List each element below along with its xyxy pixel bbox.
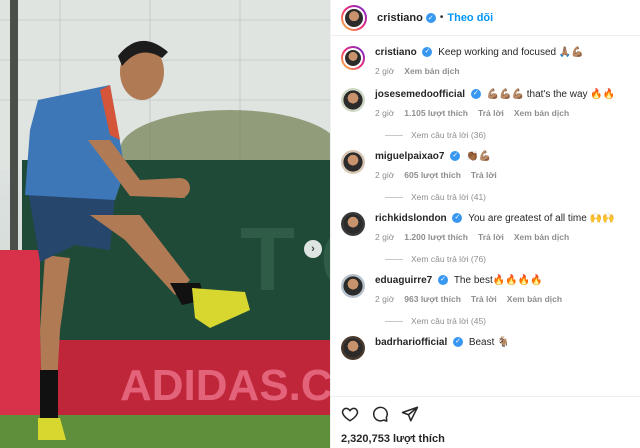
comment-item: richkidslondon ✓ You are greatest of all…: [341, 212, 630, 244]
author-avatar[interactable]: [341, 4, 367, 31]
commenter-avatar[interactable]: [341, 212, 365, 236]
comment-item: eduaguirre7 ✓ The best🔥🔥🔥🔥 2 giờ 963 lượ…: [341, 274, 630, 306]
view-replies-button[interactable]: Xem câu trả lời (41): [385, 192, 630, 202]
verified-icon: ✓: [438, 275, 449, 286]
comment-time: 2 giờ: [375, 108, 395, 118]
comment-text: Beast 🐐: [468, 337, 510, 348]
translate-button[interactable]: Xem bản dịch: [404, 64, 459, 78]
post-side-panel: cristiano ✓ • Theo dõi cristiano ✓ Keep …: [330, 0, 640, 448]
comment-likes[interactable]: 963 lượt thích: [404, 292, 461, 306]
comment-time: 2 giờ: [375, 294, 395, 304]
comment-time: 2 giờ: [375, 232, 395, 242]
reply-button[interactable]: Trả lời: [471, 168, 497, 182]
comment-text: The best🔥🔥🔥🔥: [453, 275, 543, 286]
verified-icon: ✓: [422, 47, 433, 58]
share-icon[interactable]: [401, 405, 419, 423]
comment-likes[interactable]: 605 lượt thích: [404, 168, 461, 182]
svg-text:T O: T O: [240, 210, 330, 310]
comment-item: badrhariofficial ✓ Beast 🐐: [341, 336, 630, 360]
comment-text: 👏🏾💪🏽: [466, 151, 491, 162]
post-image: T O ADIDAS.COM: [0, 0, 330, 448]
commenter-avatar[interactable]: [341, 150, 365, 174]
comment-username[interactable]: eduaguirre7: [375, 275, 432, 286]
follow-button[interactable]: Theo dõi: [447, 12, 493, 24]
comment-item: miguelpaixao7 ✓ 👏🏾💪🏽 2 giờ 605 lượt thíc…: [341, 150, 630, 182]
comment-likes[interactable]: 1.200 lượt thích: [404, 230, 468, 244]
view-replies-button[interactable]: Xem câu trả lời (45): [385, 316, 630, 326]
translate-button[interactable]: Xem bản dịch: [514, 230, 569, 244]
comment-username[interactable]: badrhariofficial: [375, 337, 447, 348]
comment-icon[interactable]: [371, 405, 389, 423]
like-count[interactable]: 2,320,753 lượt thích: [341, 433, 630, 445]
post-photo: T O ADIDAS.COM ›: [0, 0, 330, 448]
separator-dot: •: [439, 12, 444, 23]
post-actions: 2,320,753 lượt thích: [331, 396, 640, 448]
translate-button[interactable]: Xem bản dịch: [507, 292, 562, 306]
translate-button[interactable]: Xem bản dịch: [514, 106, 569, 120]
comments-list[interactable]: cristiano ✓ Keep working and focused 🙏🏽💪…: [331, 36, 640, 396]
commenter-avatar[interactable]: [341, 274, 365, 298]
comment-text: You are greatest of all time 🙌🙌: [468, 213, 615, 224]
verified-icon: ✓: [452, 213, 463, 224]
reply-button[interactable]: Trả lời: [471, 292, 497, 306]
verified-icon: ✓: [453, 337, 464, 348]
view-replies-button[interactable]: Xem câu trả lời (36): [385, 130, 630, 140]
caption-time: 2 giờ: [375, 66, 395, 76]
comment-text: 💪🏽💪🏽💪🏽 that's the way 🔥🔥: [486, 89, 616, 100]
comment-username[interactable]: josesemedoofficial: [375, 89, 465, 100]
caption-username[interactable]: cristiano: [375, 47, 417, 58]
verified-icon: ✓: [470, 89, 481, 100]
verified-icon: ✓: [450, 151, 461, 162]
comment-username[interactable]: richkidslondon: [375, 213, 447, 224]
heart-icon[interactable]: [341, 405, 359, 423]
comment-username[interactable]: miguelpaixao7: [375, 151, 444, 162]
commenter-avatar[interactable]: [341, 336, 365, 360]
reply-button[interactable]: Trả lời: [478, 106, 504, 120]
view-replies-button[interactable]: Xem câu trả lời (76): [385, 254, 630, 264]
reply-button[interactable]: Trả lời: [478, 230, 504, 244]
next-image-button[interactable]: ›: [304, 240, 322, 258]
caption-text: Keep working and focused 🙏🏽💪🏽: [438, 47, 584, 58]
banner-text: ADIDAS.COM: [120, 361, 330, 410]
comment-item: josesemedoofficial ✓ 💪🏽💪🏽💪🏽 that's the w…: [341, 88, 630, 120]
comment-time: 2 giờ: [375, 170, 395, 180]
author-avatar[interactable]: [341, 46, 365, 70]
caption: cristiano ✓ Keep working and focused 🙏🏽💪…: [341, 46, 630, 78]
verified-icon: ✓: [425, 12, 436, 23]
post-header: cristiano ✓ • Theo dõi: [331, 0, 640, 36]
author-username[interactable]: cristiano: [377, 12, 423, 24]
commenter-avatar[interactable]: [341, 88, 365, 112]
comment-likes[interactable]: 1.105 lượt thích: [404, 106, 468, 120]
